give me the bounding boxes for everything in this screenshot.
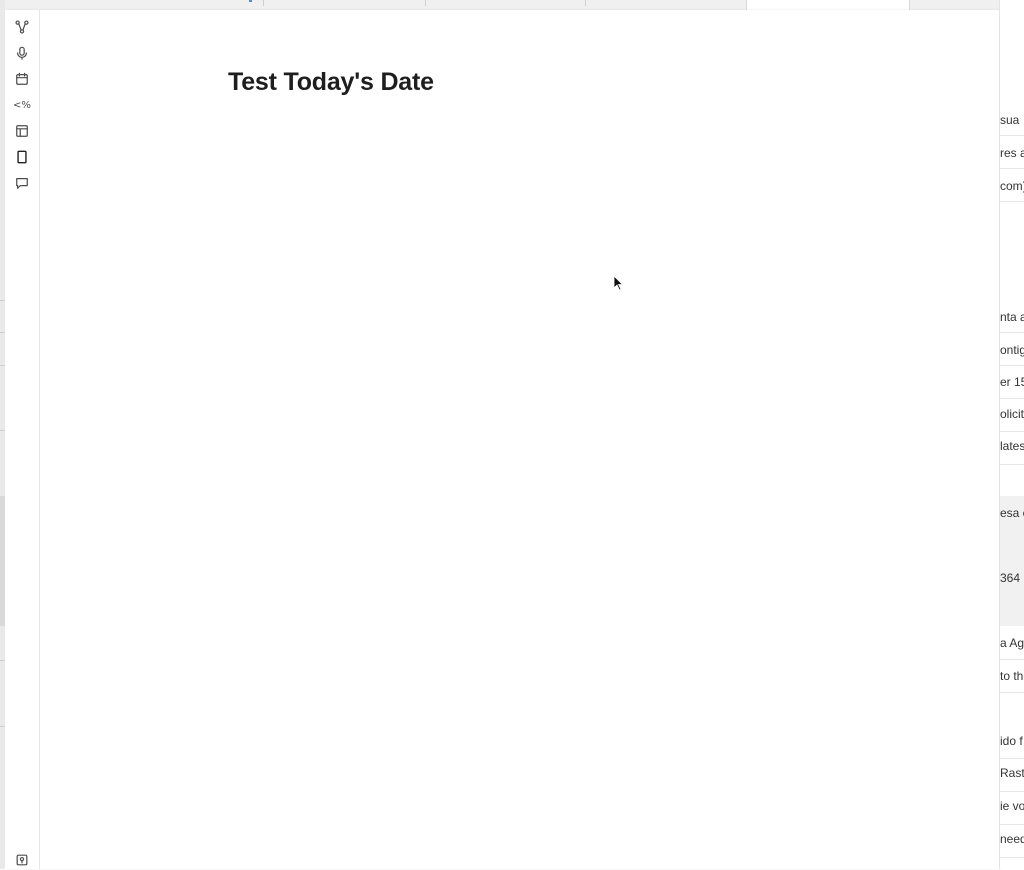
- list-item: sua: [1000, 103, 1024, 136]
- list-item: need: [1000, 825, 1024, 858]
- graph-view-icon[interactable]: [12, 17, 32, 37]
- list-item: a Ag: [1000, 627, 1024, 660]
- mouse-cursor-icon: [613, 275, 623, 291]
- list-item: lates: [1000, 432, 1024, 465]
- list-item: ontig: [1000, 333, 1024, 366]
- list-item: com): [1000, 169, 1024, 202]
- microphone-icon[interactable]: [12, 43, 32, 63]
- list-item: nta a: [1000, 300, 1024, 333]
- vault-switcher-icon[interactable]: [12, 850, 32, 870]
- note-editor[interactable]: Test Today's Date: [40, 10, 999, 869]
- comment-icon[interactable]: [12, 173, 32, 193]
- templater-icon[interactable]: <%: [12, 95, 32, 115]
- list-item: ido f: [1000, 726, 1024, 759]
- note-title[interactable]: Test Today's Date: [228, 68, 434, 97]
- list-item: to the: [1000, 660, 1024, 693]
- background-window-right-edge: sua res a com) nta a ontig er 15 olicit …: [999, 0, 1024, 869]
- list-item: 364 D: [1000, 571, 1024, 585]
- tablet-icon[interactable]: [12, 147, 32, 167]
- list-item: Rast: [1000, 759, 1024, 792]
- app-window: <% Test Today's Date: [5, 10, 999, 869]
- list-item: esa e: [1000, 506, 1024, 520]
- list-item: er 15: [1000, 366, 1024, 399]
- list-item: res a: [1000, 136, 1024, 169]
- tab-accent-indicator: [249, 0, 252, 2]
- left-ribbon: <%: [5, 10, 40, 869]
- list-item: ie voc: [1000, 792, 1024, 825]
- list-item: olicit: [1000, 399, 1024, 432]
- layout-icon[interactable]: [12, 121, 32, 141]
- calendar-icon[interactable]: [12, 69, 32, 89]
- templater-label: <%: [13, 99, 31, 111]
